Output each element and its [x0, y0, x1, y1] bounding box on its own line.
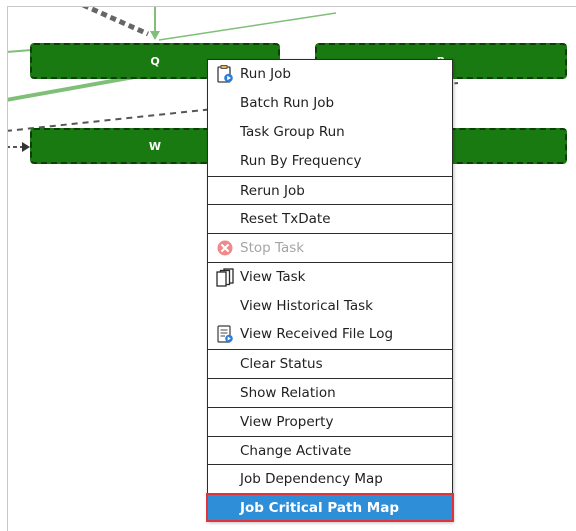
menu-item-label: Task Group Run [240, 124, 345, 141]
menu-item-label: Clear Status [240, 355, 323, 372]
menu-item-label: Run By Frequency [240, 153, 362, 170]
menu-item-label: Stop Task [240, 240, 305, 257]
menu-item-label: View Historical Task [240, 297, 373, 314]
menu-item-batch-run-job[interactable]: Batch Run Job [208, 89, 452, 118]
job-context-menu: Run Job Batch Run Job Task Group Run Run… [206, 59, 454, 523]
job-node-label: W [148, 139, 162, 153]
menu-item-job-critical-path-map[interactable]: Job Critical Path Map [206, 493, 454, 523]
menu-item-label: Show Relation [240, 384, 336, 401]
menu-item-run-by-frequency[interactable]: Run By Frequency [208, 147, 452, 176]
menu-item-label: Run Job [240, 66, 291, 83]
menu-item-label: Batch Run Job [240, 95, 335, 112]
view-task-icon [215, 267, 235, 287]
menu-item-job-dependency-map[interactable]: Job Dependency Map [208, 464, 452, 493]
menu-item-label: View Property [240, 413, 334, 430]
menu-item-label: Reset TxDate [240, 211, 331, 228]
menu-item-label: Job Dependency Map [240, 471, 383, 488]
edge-arrowhead [22, 142, 30, 152]
menu-item-show-relation[interactable]: Show Relation [208, 377, 452, 407]
menu-item-label: Job Critical Path Map [240, 499, 399, 516]
job-node-label: Q [150, 54, 160, 68]
menu-item-view-property[interactable]: View Property [208, 406, 452, 436]
stop-task-icon [215, 238, 235, 258]
menu-item-label: Rerun Job [240, 182, 305, 199]
menu-item-view-received-file-log[interactable]: View Received File Log [208, 320, 452, 349]
edge-line [8, 49, 33, 53]
menu-item-label: View Task [240, 269, 306, 286]
edge-line [158, 12, 337, 41]
menu-item-view-historical-task[interactable]: View Historical Task [208, 291, 452, 320]
edge-arrowhead [150, 31, 160, 40]
menu-item-run-job[interactable]: Run Job [208, 60, 452, 89]
menu-item-view-task[interactable]: View Task [208, 262, 452, 291]
menu-item-label: View Received File Log [240, 326, 394, 343]
menu-item-rerun-job[interactable]: Rerun Job [208, 175, 452, 205]
menu-item-stop-task: Stop Task [208, 233, 452, 262]
run-job-icon [215, 64, 235, 84]
menu-item-clear-status[interactable]: Clear Status [208, 348, 452, 378]
menu-item-task-group-run[interactable]: Task Group Run [208, 118, 452, 147]
menu-item-reset-txdate[interactable]: Reset TxDate [208, 204, 452, 233]
menu-item-change-activate[interactable]: Change Activate [208, 435, 452, 465]
menu-item-label: Change Activate [240, 442, 352, 459]
edge-line [81, 7, 150, 37]
file-log-icon [215, 324, 235, 344]
